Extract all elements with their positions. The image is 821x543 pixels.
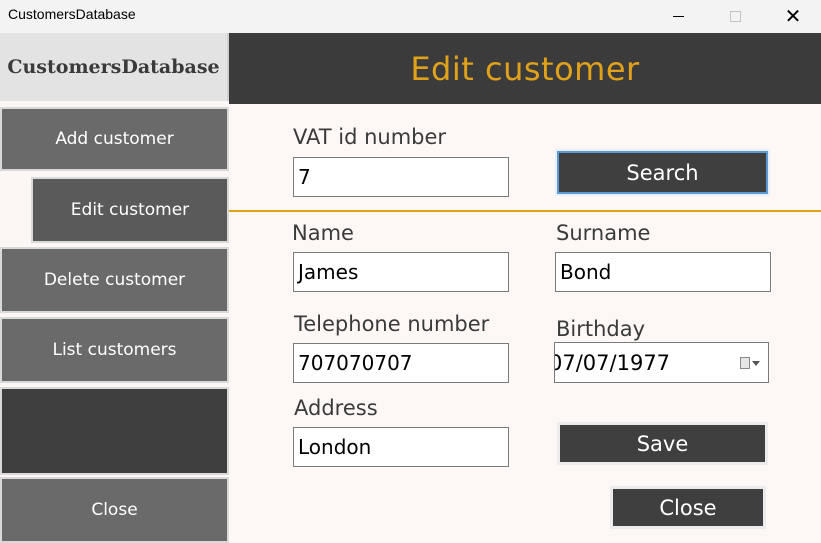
brand-title: CustomersDatabase — [0, 33, 229, 101]
sidebar-item-delete-customer[interactable]: Delete customer — [0, 247, 229, 313]
form-divider — [229, 210, 821, 212]
minimize-button[interactable] — [655, 0, 701, 32]
vat-input[interactable]: 7 — [293, 157, 509, 197]
sidebar-item-add-customer[interactable]: Add customer — [0, 107, 229, 171]
birthday-date-picker[interactable]: 07/07/1977 — [554, 342, 769, 383]
address-label: Address — [294, 396, 378, 420]
surname-label: Surname — [556, 221, 651, 245]
vat-label: VAT id number — [293, 125, 447, 149]
search-button[interactable]: Search — [555, 149, 770, 196]
window-close-button[interactable]: ✕ — [770, 0, 816, 32]
address-input[interactable]: London — [293, 427, 509, 467]
page-header: Edit customer — [229, 33, 821, 104]
sidebar-spacer — [0, 387, 229, 475]
sidebar-item-edit-customer[interactable]: Edit customer — [31, 177, 229, 243]
name-label: Name — [292, 221, 354, 245]
surname-input[interactable]: Bond — [555, 252, 771, 292]
telephone-input[interactable]: 707070707 — [293, 343, 509, 383]
window-title: CustomersDatabase — [8, 6, 136, 22]
maximize-icon — [729, 10, 741, 22]
maximize-button[interactable] — [712, 0, 758, 32]
sidebar-item-list-customers[interactable]: List customers — [0, 317, 229, 383]
name-input[interactable]: James — [293, 252, 509, 292]
close-icon: ✕ — [784, 4, 802, 28]
birthday-label: Birthday — [556, 317, 646, 341]
birthday-value: 07/07/1977 — [554, 350, 671, 375]
calendar-dropdown-icon[interactable] — [740, 356, 760, 370]
title-bar: CustomersDatabase ✕ — [0, 0, 821, 33]
minimize-icon — [672, 15, 684, 17]
telephone-label: Telephone number — [294, 312, 490, 336]
sidebar-item-close[interactable]: Close — [0, 477, 229, 543]
sidebar: CustomersDatabase Add customer Edit cust… — [0, 33, 229, 543]
page-title: Edit customer — [410, 49, 640, 88]
save-button[interactable]: Save — [557, 422, 768, 465]
close-button[interactable]: Close — [610, 486, 766, 529]
